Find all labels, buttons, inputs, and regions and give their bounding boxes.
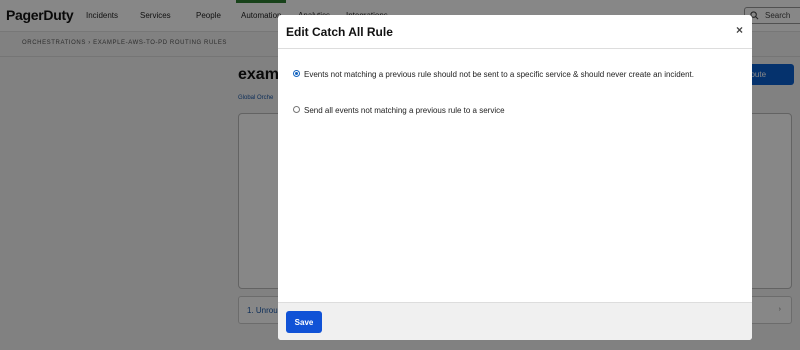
- modal-footer: Save: [278, 302, 752, 340]
- option-do-not-route-label[interactable]: Events not matching a previous rule shou…: [304, 69, 704, 81]
- save-button[interactable]: Save: [286, 311, 322, 333]
- modal-header: Edit Catch All Rule ×: [278, 15, 752, 49]
- close-icon[interactable]: ×: [736, 23, 743, 37]
- radio-send-to-service[interactable]: [293, 106, 300, 113]
- modal-title: Edit Catch All Rule: [286, 25, 393, 39]
- radio-do-not-route[interactable]: [293, 70, 300, 77]
- option-send-to-service-label[interactable]: Send all events not matching a previous …: [304, 105, 704, 117]
- edit-catch-all-rule-modal: Edit Catch All Rule × Events not matchin…: [278, 15, 752, 340]
